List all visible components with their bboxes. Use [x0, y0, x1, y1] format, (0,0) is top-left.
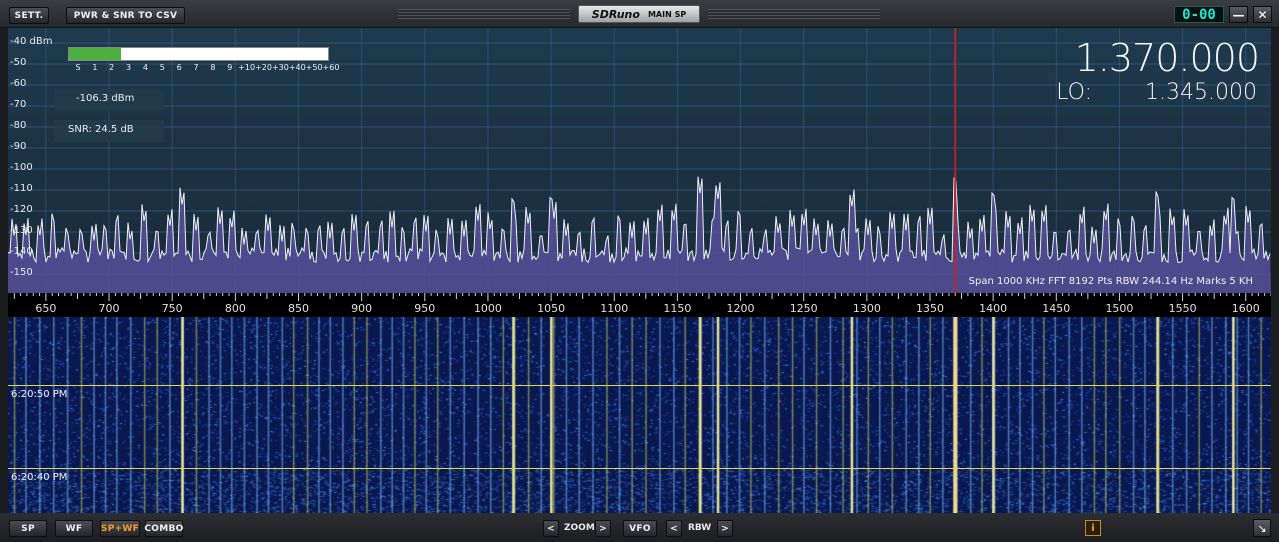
zoom-next-button[interactable]: > [595, 520, 611, 537]
rbw-prev-button[interactable]: < [666, 520, 682, 537]
waterfall-time-label: 6:20:50 PM [11, 389, 68, 400]
lo-row: LO: 1.345.000 [1056, 80, 1257, 105]
span-info: Span 1000 KHz FFT 8192 Pts RBW 244.14 Hz… [968, 276, 1253, 287]
scale-tick-label: 650 [35, 302, 57, 315]
s-meter-mark: 9 [227, 63, 233, 72]
spectrum-display[interactable]: -40 dBm -50 -60 -70 -80 -90 -100 -110 -120 -130 -1… [8, 28, 1271, 293]
s-meter-mark: 3 [126, 63, 132, 72]
db-tick-label: -140 [10, 246, 33, 257]
drag-grip-left[interactable] [398, 9, 570, 19]
scale-tick-label: 1100 [600, 302, 629, 315]
app-title: SDRuno MAIN SP [578, 5, 700, 23]
lo-frequency[interactable]: 1.345.000 [1145, 80, 1257, 105]
scale-tick-label: 1450 [1042, 302, 1071, 315]
lo-label: LO: [1056, 80, 1093, 105]
db-tick-label: -70 [10, 99, 27, 110]
title-bar: SETT. PWR & SNR TO CSV SDRuno MAIN SP 0-… [0, 0, 1279, 28]
scale-tick-label: 1350 [915, 302, 944, 315]
drag-grip-right[interactable] [708, 9, 880, 19]
s-meter-mark: 1 [92, 63, 98, 72]
waterfall-image [8, 317, 1271, 513]
s-meter-mark: 8 [210, 63, 216, 72]
frequency-scale[interactable]: 650 700 750 800 850 900 950 1000 1050 1100 1150 120… [8, 293, 1272, 317]
scale-tick-label: 1050 [537, 302, 566, 315]
db-tick-label: -90 [10, 141, 27, 152]
scale-tick-label: 1600 [1231, 302, 1260, 315]
zoom-prev-button[interactable]: < [543, 520, 559, 537]
mode-sp-wf-button[interactable]: SP+WF [100, 520, 140, 537]
vfo-button[interactable]: VFO [623, 520, 657, 537]
power-readout: -106.3 dBm [76, 93, 135, 104]
s-meter-mark: +20 [255, 63, 272, 72]
db-tick-label: -50 [10, 57, 27, 68]
s-meter-mark: +50 [305, 63, 323, 72]
db-tick-label: -150 [10, 267, 33, 278]
db-tick-label: -100 [10, 162, 33, 173]
resize-icon[interactable]: ↘ [1253, 519, 1271, 537]
scale-tick-label: 1250 [789, 302, 818, 315]
bottom-toolbar: SP WF SP+WF COMBO < ZOOM > VFO < RBW > i… [0, 513, 1279, 542]
frequency-display[interactable]: 1.370.000 [1075, 36, 1260, 80]
app-subtitle: MAIN SP [647, 9, 687, 19]
db-tick-label: -130 [10, 225, 33, 236]
s-meter-mark: 7 [193, 63, 199, 72]
scale-tick-label: 1550 [1168, 302, 1197, 315]
scale-tick-label: 1300 [852, 302, 881, 315]
s-meter-mark: +60 [322, 63, 340, 72]
s-meter-mark: 6 [176, 63, 182, 72]
s-meter-fill [69, 48, 121, 60]
s-meter-mark: +10 [238, 63, 256, 72]
db-tick-label: -40 dBm [10, 36, 53, 47]
scale-tick-label: 1150 [663, 302, 692, 315]
scale-tick-label: 1500 [1105, 302, 1134, 315]
s-meter-mark: 4 [142, 63, 148, 72]
db-tick-label: -120 [10, 204, 33, 215]
s-meter-mark: 5 [159, 63, 165, 72]
snr-readout-box: SNR: 24.5 dB [54, 120, 164, 142]
scale-tick-label: 1000 [473, 302, 502, 315]
scale-tick-label: 1200 [726, 302, 755, 315]
scale-tick-label: 750 [161, 302, 183, 315]
s-meter-mark: +30 [271, 63, 289, 72]
app-name: SDRuno [591, 7, 640, 21]
pwr-snr-csv-button[interactable]: PWR & SNR TO CSV [66, 7, 185, 24]
scale-tick-label: 850 [287, 302, 309, 315]
scale-tick-label: 950 [414, 302, 436, 315]
scale-ticks [13, 293, 1272, 301]
mode-combo-button[interactable]: COMBO [144, 520, 183, 537]
scale-tick-label: 900 [351, 302, 373, 315]
rbw-next-button[interactable]: > [717, 520, 733, 537]
close-icon[interactable]: ✕ [1253, 6, 1272, 23]
db-tick-label: -80 [10, 120, 27, 131]
scale-tick-label: 700 [98, 302, 120, 315]
s-meter-bar [68, 47, 329, 61]
zoom-label: ZOOM [564, 523, 595, 533]
waterfall-time-label: 6:20:40 PM [11, 472, 68, 483]
scale-tick-label: 1400 [979, 302, 1008, 315]
waterfall-time-line [8, 468, 1271, 469]
snr-readout: SNR: 24.5 dB [68, 124, 134, 135]
s-meter-mark: S [75, 63, 81, 72]
waterfall-time-line [8, 385, 1271, 386]
mode-wf-button[interactable]: WF [55, 520, 93, 537]
rbw-label: RBW [688, 523, 712, 533]
s-meter-mark: 2 [109, 63, 115, 72]
power-readout-box: -106.3 dBm [54, 89, 164, 111]
channel-display: 0-00 [1174, 6, 1224, 23]
db-tick-label: -60 [10, 78, 27, 89]
scale-tick-label: 800 [224, 302, 246, 315]
waterfall-display[interactable]: 6:20:50 PM 6:20:40 PM [8, 317, 1271, 513]
minimize-icon[interactable]: — [1229, 6, 1248, 23]
s-meter-mark: +40 [288, 63, 306, 72]
info-button[interactable]: i [1085, 520, 1101, 536]
db-tick-label: -110 [10, 183, 33, 194]
mode-sp-button[interactable]: SP [9, 520, 47, 537]
settings-button[interactable]: SETT. [9, 7, 49, 24]
